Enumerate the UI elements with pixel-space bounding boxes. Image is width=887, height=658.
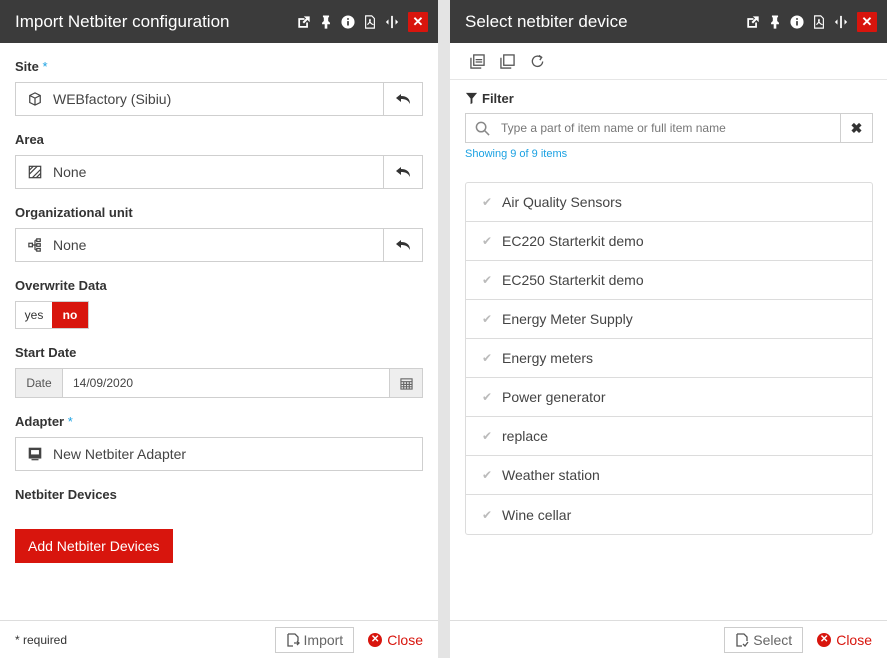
search-box: Type a part of item name or full item na…: [465, 113, 873, 143]
org-chart-icon: [28, 238, 42, 252]
search-icon: [475, 121, 490, 136]
list-item-label: replace: [502, 428, 548, 444]
area-icon: [28, 165, 42, 179]
list-item-label: EC250 Starterkit demo: [502, 272, 644, 288]
list-item-label: Wine cellar: [502, 506, 572, 523]
site-field[interactable]: WEBfactory (Sibiu): [15, 82, 423, 116]
check-icon: ✔: [482, 273, 493, 287]
check-icon: ✔: [482, 195, 493, 209]
close-circle-icon: ✕: [368, 632, 383, 647]
resize-width-icon[interactable]: [384, 14, 400, 30]
overwrite-no-option[interactable]: no: [52, 302, 88, 328]
panel-title: Import Netbiter configuration: [15, 11, 230, 31]
org-unit-field[interactable]: None: [15, 228, 423, 262]
left-titlebar: Import Netbiter configuration ✕: [0, 0, 438, 43]
right-footer: Select ✕ Close: [450, 620, 887, 658]
info-icon[interactable]: [340, 14, 356, 30]
date-addon: Date: [16, 369, 63, 397]
check-icon: ✔: [482, 468, 493, 482]
devices-label: Netbiter Devices: [15, 487, 117, 502]
close-icon[interactable]: ✕: [857, 11, 877, 32]
showing-count: Showing 9 of 9 items: [465, 148, 568, 160]
close-icon[interactable]: ✕: [408, 11, 428, 32]
start-date-input[interactable]: 14/09/2020: [63, 369, 389, 397]
deselect-all-icon[interactable]: [500, 53, 515, 69]
org-unit-label: Organizational unit: [15, 205, 133, 220]
list-item-label: Air Quality Sensors: [502, 194, 622, 210]
adapter-label: Adapter *: [15, 414, 73, 429]
panel-title: Select netbiter device: [465, 11, 628, 31]
list-item[interactable]: ✔ EC220 Starterkit demo: [466, 222, 872, 261]
adapter-field[interactable]: New Netbiter Adapter: [15, 437, 423, 471]
pin-icon[interactable]: [767, 14, 783, 30]
list-item[interactable]: ✔ Weather station: [466, 456, 872, 495]
add-netbiter-devices-button[interactable]: Add Netbiter Devices: [15, 529, 173, 563]
import-button[interactable]: Import: [274, 626, 355, 653]
area-reset-button[interactable]: [383, 156, 422, 188]
import-config-panel: Import Netbiter configuration ✕ Site * W…: [0, 0, 438, 658]
check-icon: ✔: [482, 312, 493, 326]
start-date-field[interactable]: Date 14/09/2020: [15, 368, 423, 398]
right-titlebar: Select netbiter device ✕: [450, 0, 887, 43]
clear-search-button[interactable]: ✖: [840, 114, 872, 142]
list-item[interactable]: ✔ Air Quality Sensors: [466, 183, 872, 222]
list-item-label: Power generator: [502, 389, 606, 405]
right-close-button[interactable]: ✕ Close: [817, 632, 872, 648]
refresh-icon[interactable]: [530, 54, 545, 69]
select-icon: [736, 632, 749, 647]
list-item-label: Energy meters: [502, 350, 594, 366]
pdf-icon[interactable]: [811, 14, 827, 30]
required-note: * required: [15, 632, 68, 647]
list-item[interactable]: ✔ Wine cellar: [466, 495, 872, 534]
list-item-label: Weather station: [502, 467, 600, 483]
area-field[interactable]: None: [15, 155, 423, 189]
list-item-label: EC220 Starterkit demo: [502, 233, 644, 249]
left-footer: * required Import ✕ Close: [0, 620, 438, 658]
select-device-panel: Select netbiter device ✕ Filter Type a p…: [450, 0, 887, 658]
overwrite-label: Overwrite Data: [15, 278, 107, 293]
search-input[interactable]: Type a part of item name or full item na…: [501, 121, 726, 135]
select-all-icon[interactable]: [470, 53, 485, 69]
close-circle-icon: ✕: [817, 632, 832, 647]
list-item[interactable]: ✔ Energy Meter Supply: [466, 300, 872, 339]
list-item[interactable]: ✔ replace: [466, 417, 872, 456]
overwrite-toggle[interactable]: yes no: [15, 301, 89, 329]
popout-icon[interactable]: [296, 14, 312, 30]
device-icon: [28, 447, 42, 461]
check-icon: ✔: [482, 390, 493, 404]
filter-label: Filter: [465, 91, 887, 106]
import-icon: [286, 632, 300, 647]
resize-width-icon[interactable]: [833, 14, 849, 30]
pdf-icon[interactable]: [362, 14, 378, 30]
popout-icon[interactable]: [745, 14, 761, 30]
start-date-label: Start Date: [15, 345, 77, 360]
check-icon: ✔: [482, 234, 493, 248]
info-icon[interactable]: [789, 14, 805, 30]
area-label: Area: [15, 132, 44, 147]
list-item[interactable]: ✔ Power generator: [466, 378, 872, 417]
list-item-label: Energy Meter Supply: [502, 311, 633, 327]
list-item[interactable]: ✔ EC250 Starterkit demo: [466, 261, 872, 300]
filter-icon: [465, 92, 478, 105]
calendar-icon[interactable]: [389, 369, 422, 397]
check-icon: ✔: [482, 351, 493, 365]
left-close-button[interactable]: ✕ Close: [368, 632, 423, 648]
list-item[interactable]: ✔ Energy meters: [466, 339, 872, 378]
list-toolbar: [450, 43, 887, 80]
overwrite-yes-option[interactable]: yes: [16, 302, 52, 328]
check-icon: ✔: [482, 429, 493, 443]
device-list: ✔ Air Quality Sensors ✔ EC220 Starterkit de…: [465, 182, 873, 535]
check-icon: ✔: [482, 507, 493, 522]
org-unit-reset-button[interactable]: [383, 229, 422, 261]
site-reset-button[interactable]: [383, 83, 422, 115]
select-button[interactable]: Select: [724, 626, 804, 653]
site-label: Site *: [15, 59, 48, 74]
site-cube-icon: [28, 92, 42, 106]
pin-icon[interactable]: [318, 14, 334, 30]
